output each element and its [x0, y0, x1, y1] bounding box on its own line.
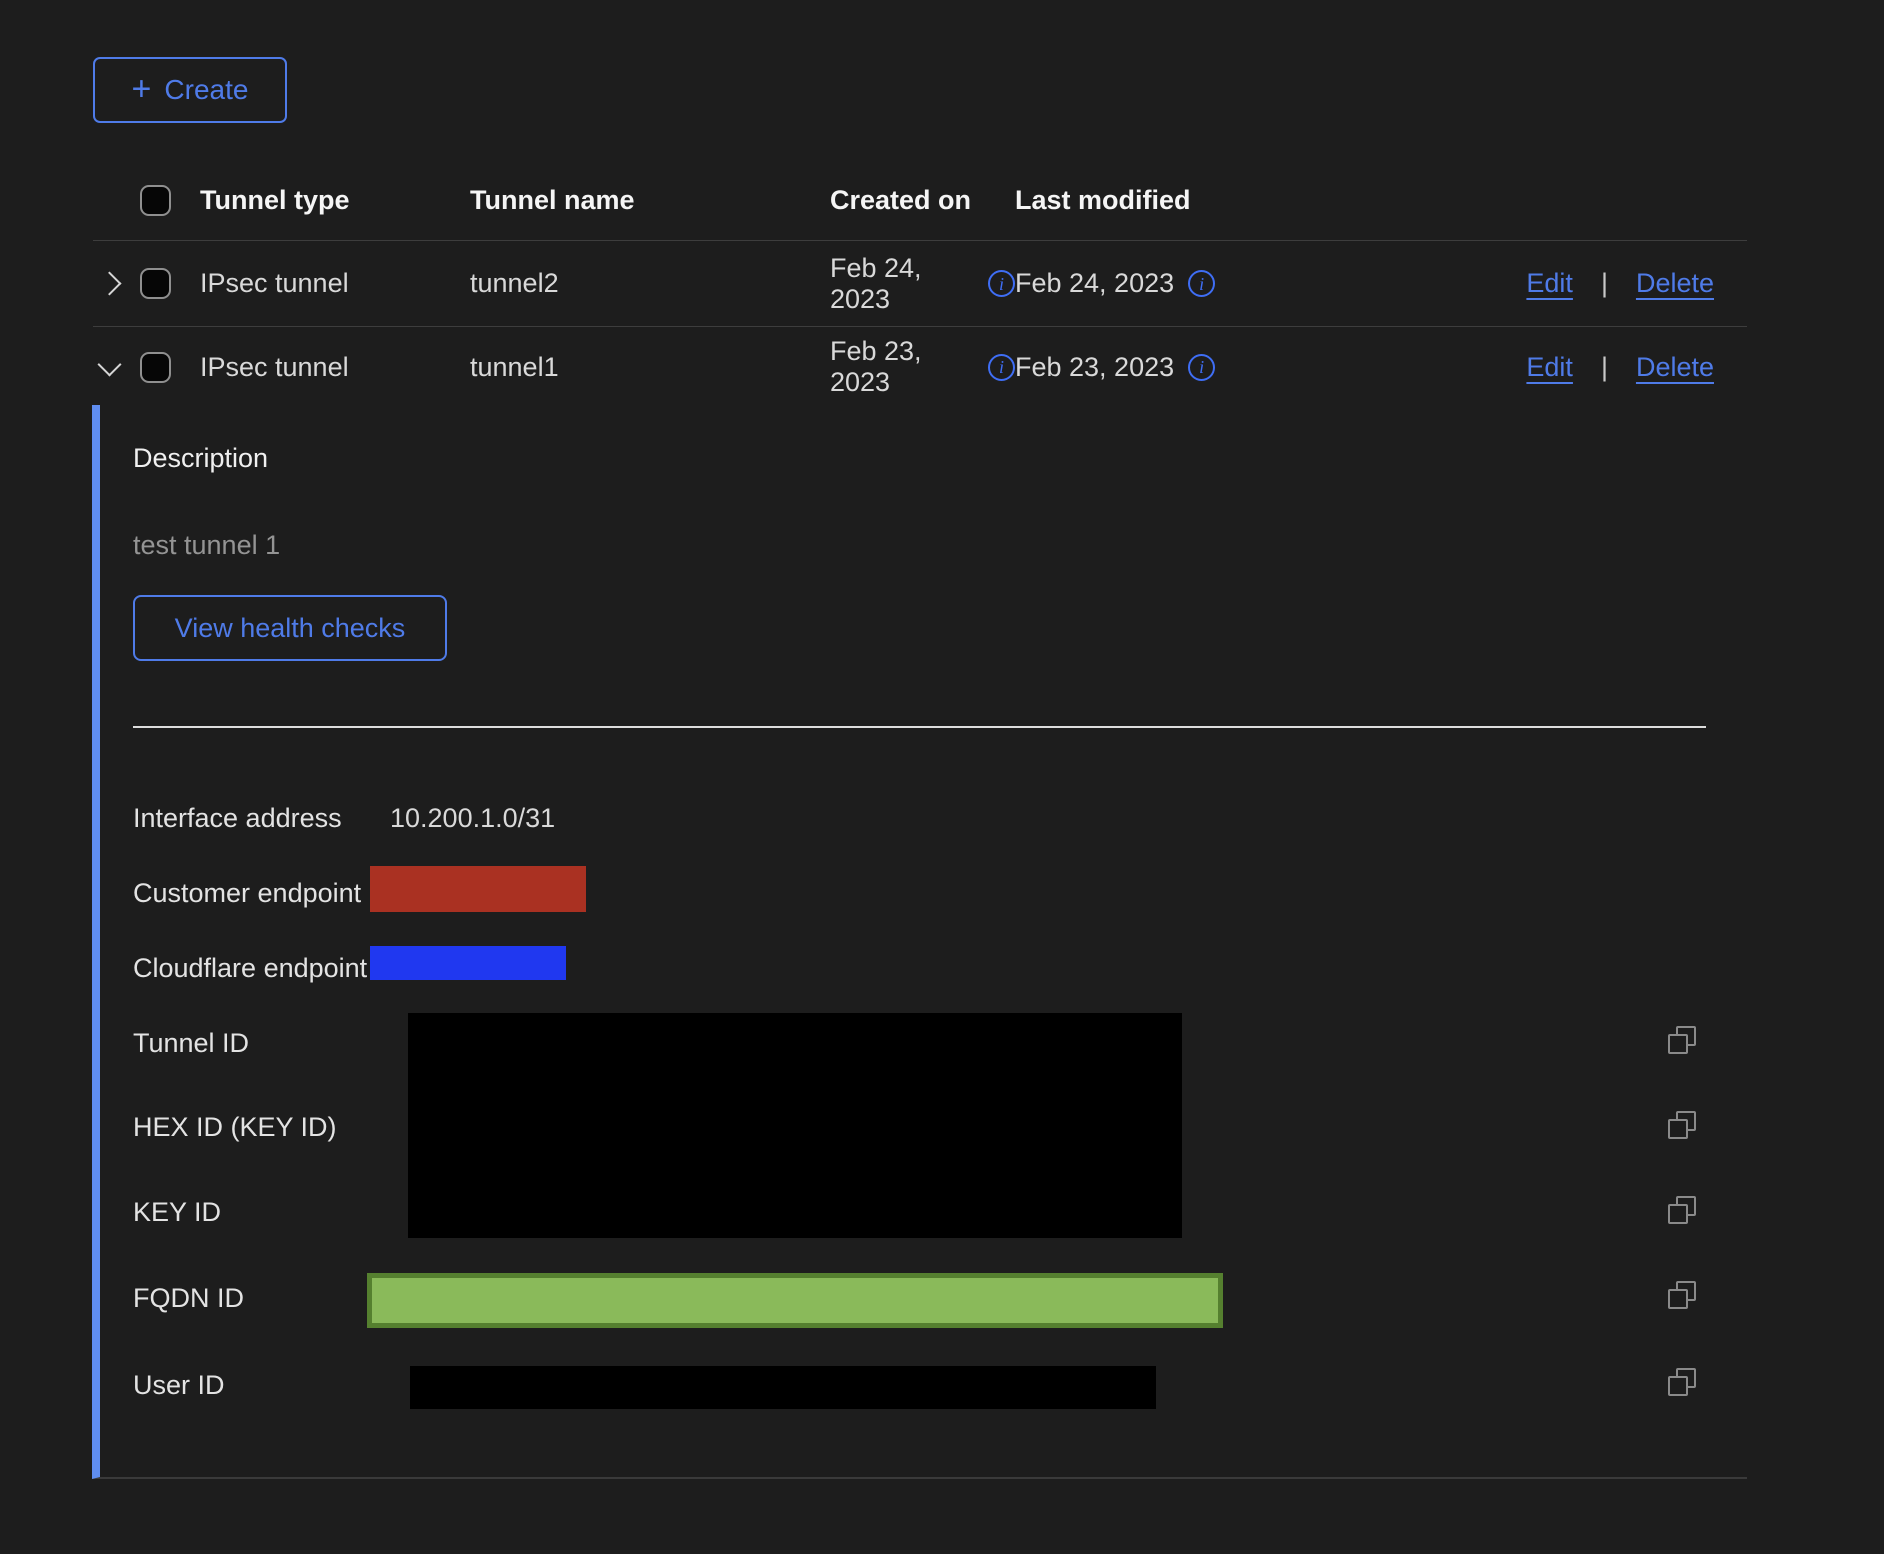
cell-last-modified: Feb 24, 2023 [1015, 268, 1174, 299]
edit-link[interactable]: Edit [1526, 268, 1573, 299]
header-created-on: Created on [830, 185, 1015, 216]
edit-link[interactable]: Edit [1526, 352, 1573, 383]
key-id-label: KEY ID [133, 1197, 221, 1228]
expanded-details-panel: Description test tunnel 1 View health ch… [92, 405, 1747, 1479]
delete-link[interactable]: Delete [1636, 352, 1714, 383]
row-checkbox[interactable] [140, 268, 171, 299]
table-header-row: Tunnel type Tunnel name Created on Last … [93, 160, 1747, 241]
copy-key-id-icon[interactable] [1668, 1196, 1696, 1224]
header-tunnel-name: Tunnel name [470, 185, 830, 216]
interface-address-value: 10.200.1.0/31 [390, 803, 555, 834]
info-icon[interactable]: i [988, 270, 1015, 297]
cell-tunnel-type: IPsec tunnel [200, 268, 470, 299]
action-separator: | [1601, 352, 1608, 383]
description-label: Description [133, 443, 268, 474]
cell-created-on: Feb 23, 2023 [830, 336, 974, 398]
user-id-redaction [410, 1366, 1156, 1409]
cell-created-on: Feb 24, 2023 [830, 253, 974, 315]
expand-chevron-icon[interactable] [97, 271, 121, 295]
customer-endpoint-redaction [370, 866, 586, 912]
plus-icon: + [132, 72, 152, 106]
info-icon[interactable]: i [988, 354, 1015, 381]
view-health-checks-button[interactable]: View health checks [133, 595, 447, 661]
create-button[interactable]: + Create [93, 57, 287, 123]
info-icon[interactable]: i [1188, 270, 1215, 297]
cloudflare-endpoint-label: Cloudflare endpoint [133, 953, 367, 984]
header-tunnel-type: Tunnel type [200, 185, 470, 216]
copy-tunnel-id-icon[interactable] [1668, 1026, 1696, 1054]
copy-fqdn-id-icon[interactable] [1668, 1281, 1696, 1309]
info-icon[interactable]: i [1188, 354, 1215, 381]
select-all-checkbox[interactable] [140, 185, 171, 216]
tunnels-page: + Create Tunnel type Tunnel name Created… [0, 0, 1884, 1554]
cloudflare-endpoint-redaction [370, 946, 566, 980]
action-separator: | [1601, 268, 1608, 299]
fqdn-id-redaction [367, 1273, 1223, 1328]
interface-address-label: Interface address [133, 803, 342, 834]
row-checkbox[interactable] [140, 352, 171, 383]
header-last-modified: Last modified [1015, 185, 1373, 216]
description-text: test tunnel 1 [133, 530, 280, 561]
collapse-chevron-icon[interactable] [97, 352, 121, 376]
copy-hex-id-icon[interactable] [1668, 1111, 1696, 1139]
hex-id-label: HEX ID (KEY ID) [133, 1112, 337, 1143]
fqdn-id-label: FQDN ID [133, 1283, 244, 1314]
section-divider [133, 726, 1706, 728]
delete-link[interactable]: Delete [1636, 268, 1714, 299]
tunnel-id-label: Tunnel ID [133, 1028, 249, 1059]
cell-last-modified: Feb 23, 2023 [1015, 352, 1174, 383]
cell-tunnel-type: IPsec tunnel [200, 352, 470, 383]
cell-tunnel-name: tunnel1 [470, 352, 830, 383]
cell-tunnel-name: tunnel2 [470, 268, 830, 299]
ids-redaction-block [408, 1013, 1182, 1238]
table-row-tunnel1: IPsec tunnel tunnel1 Feb 23, 2023 i Feb … [93, 327, 1747, 407]
user-id-label: User ID [133, 1370, 225, 1401]
copy-user-id-icon[interactable] [1668, 1368, 1696, 1396]
tunnels-table: Tunnel type Tunnel name Created on Last … [93, 160, 1747, 407]
create-button-label: Create [164, 74, 248, 106]
table-row-tunnel2: IPsec tunnel tunnel2 Feb 24, 2023 i Feb … [93, 241, 1747, 327]
customer-endpoint-label: Customer endpoint [133, 878, 361, 909]
